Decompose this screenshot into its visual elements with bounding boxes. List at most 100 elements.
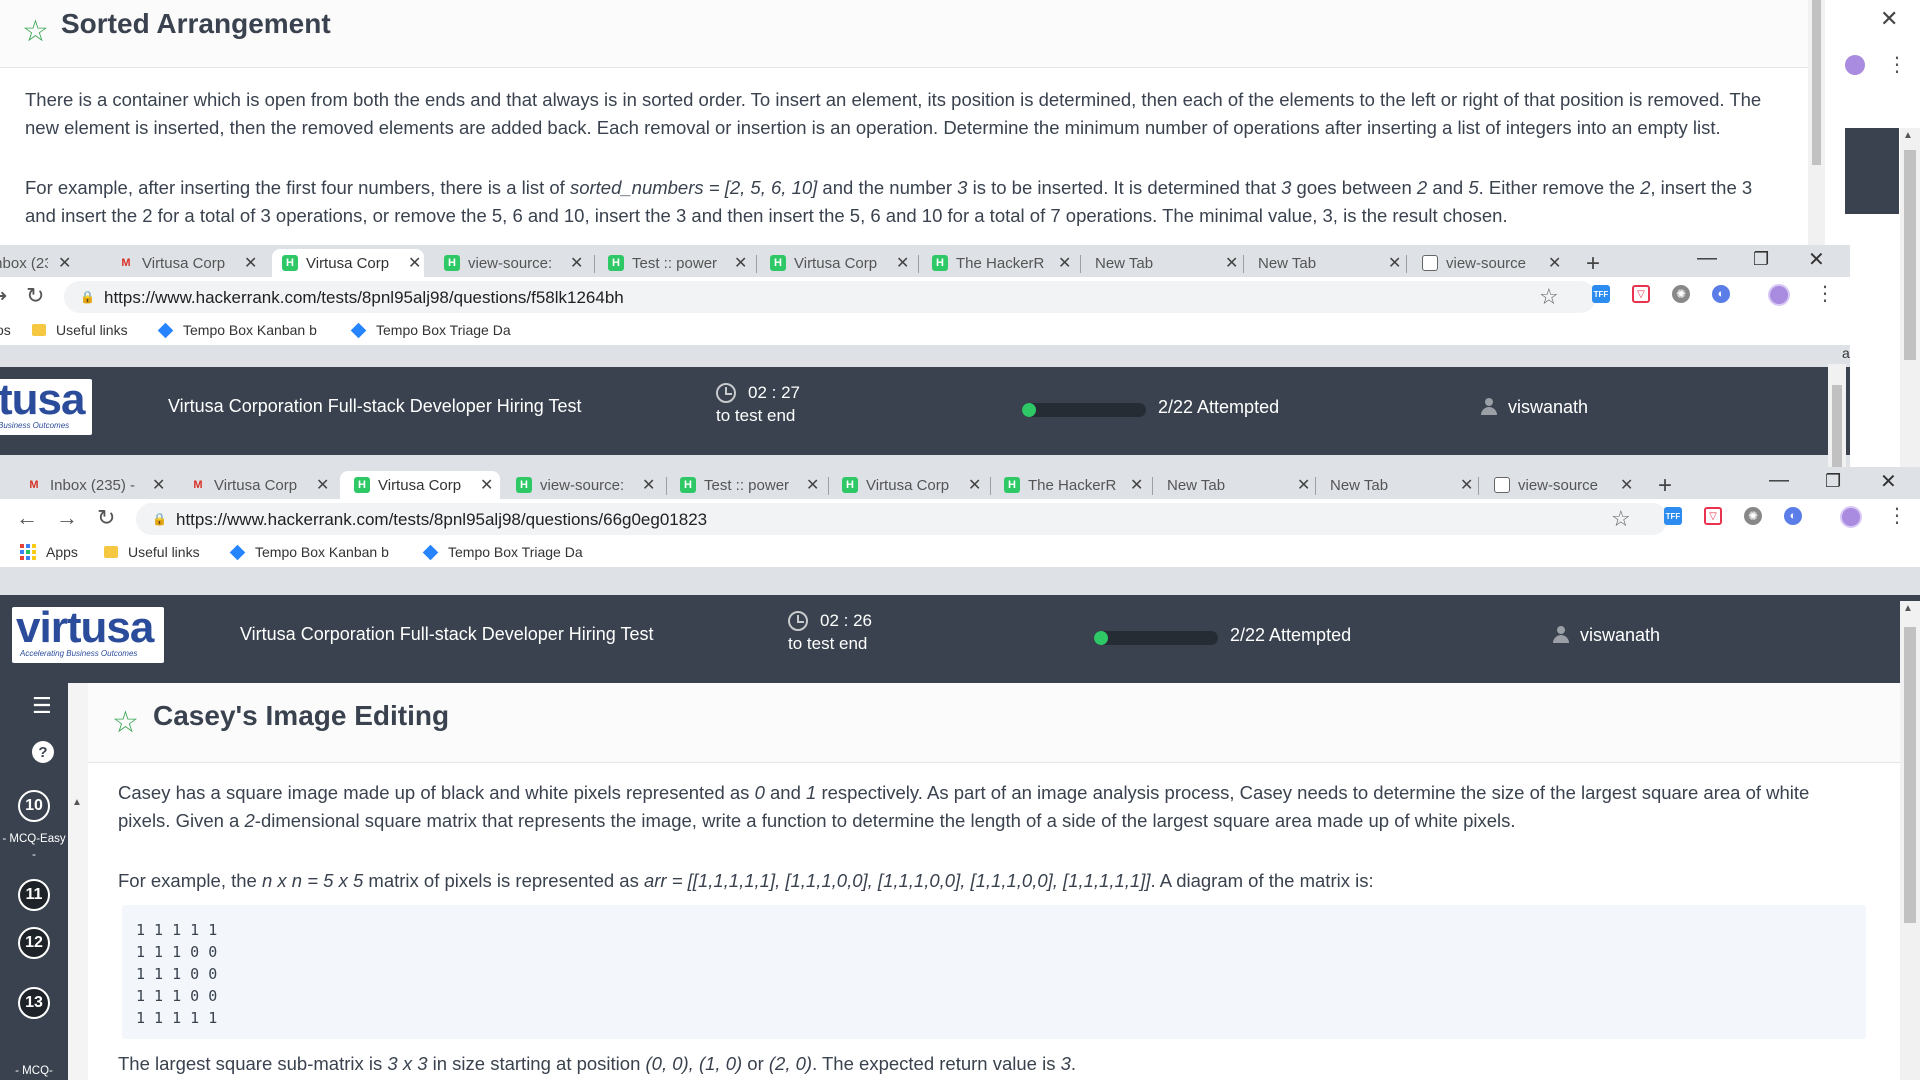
new-tab-plus-icon[interactable]: + <box>1658 472 1672 500</box>
restore-icon[interactable]: ❐ <box>1753 249 1769 270</box>
bookmark-apps[interactable]: Apps <box>20 544 78 560</box>
close-tab-icon[interactable]: ✕ <box>968 475 981 495</box>
moon-extension-icon[interactable]: ◐ <box>1784 507 1802 525</box>
forward-arrow-icon[interactable]: ➜ <box>0 286 7 306</box>
bookmark-useful-links[interactable]: Useful links <box>104 544 200 560</box>
close-tab-icon[interactable]: ✕ <box>734 253 747 273</box>
settings-extension-icon[interactable]: ✺ <box>1672 285 1690 303</box>
profile-avatar[interactable] <box>1768 284 1790 306</box>
close-tab-icon[interactable]: ✕ <box>58 253 71 273</box>
minimize-icon[interactable]: — <box>1769 469 1789 492</box>
bookmark-star-icon[interactable]: ☆ <box>1611 506 1631 532</box>
tab-new-2[interactable]: New Tab ✕ <box>1258 249 1401 277</box>
tab-hackerrank[interactable]: H The HackerR ✕ <box>1004 471 1143 499</box>
close-window-icon[interactable]: ✕ <box>1808 247 1825 272</box>
bookmark-triage[interactable]: Tempo Box Triage Da <box>350 322 511 338</box>
tab-new-1[interactable]: New Tab ✕ <box>1167 471 1310 499</box>
question-13-button[interactable]: 13 <box>18 987 50 1019</box>
close-tab-icon[interactable]: ✕ <box>1297 475 1310 495</box>
more-vert-icon[interactable]: ⋮ <box>1887 52 1907 77</box>
tab-test-power[interactable]: H Test :: power ✕ <box>680 471 819 499</box>
bookmark-kanban[interactable]: Tempo Box Kanban b <box>229 544 389 560</box>
tff-extension-icon[interactable]: TFF <box>1664 507 1682 525</box>
tab-new-1[interactable]: New Tab ✕ <box>1095 249 1238 277</box>
tab-virtusa-2[interactable]: H Virtusa Corp ✕ <box>770 249 909 277</box>
address-bar[interactable]: 🔒 https://www.hackerrank.com/tests/8pnl9… <box>64 281 1596 313</box>
address-bar[interactable]: 🔒 https://www.hackerrank.com/tests/8pnl9… <box>136 503 1668 535</box>
back-page-scrollbar-thumb[interactable] <box>1904 150 1916 360</box>
bookmark-star-icon[interactable]: ☆ <box>112 705 139 740</box>
tab-virtusa-gmail[interactable]: M Virtusa Corp ✕ <box>118 249 257 277</box>
bookmark-kanban[interactable]: Tempo Box Kanban b <box>157 322 317 338</box>
close-tab-icon[interactable]: ✕ <box>896 253 909 273</box>
bookmark-fragment[interactable]: os <box>0 322 11 338</box>
moon-extension-icon[interactable]: ◐ <box>1712 285 1730 303</box>
sidebar-scrollbar[interactable] <box>68 683 88 1080</box>
username[interactable]: viswanath <box>1580 625 1660 646</box>
username[interactable]: viswanath <box>1508 397 1588 418</box>
forward-arrow-icon[interactable]: → <box>56 505 78 531</box>
tab-virtusa-active[interactable]: H Virtusa Corp ✕ <box>272 249 424 277</box>
tab-view-source[interactable]: Hview-source: ✕ <box>444 249 583 277</box>
url-text[interactable]: https://www.hackerrank.com/tests/8pnl95a… <box>104 288 624 308</box>
close-window-icon[interactable]: ✕ <box>1880 469 1897 494</box>
close-tab-icon[interactable]: ✕ <box>316 475 329 495</box>
close-tab-icon[interactable]: ✕ <box>570 253 583 273</box>
page-scrollbar-thumb[interactable] <box>1904 627 1916 923</box>
question-11-button[interactable]: 11 <box>18 879 50 911</box>
close-tab-icon[interactable]: ✕ <box>152 475 165 495</box>
tab-virtusa-gmail[interactable]: M Virtusa Corp ✕ <box>190 471 329 499</box>
close-tab-icon[interactable]: ✕ <box>1620 475 1633 495</box>
pocket-extension-icon[interactable]: ▽ <box>1704 507 1722 525</box>
close-tab-icon[interactable]: ✕ <box>1130 475 1143 495</box>
close-tab-icon[interactable]: ✕ <box>1388 253 1401 273</box>
close-tab-icon[interactable]: ✕ <box>1225 253 1238 273</box>
close-tab-icon[interactable]: ✕ <box>642 475 655 495</box>
tab-hackerrank[interactable]: H The HackerR ✕ <box>932 249 1071 277</box>
tab-view-source-2[interactable]: view-source ✕ <box>1422 249 1561 277</box>
restore-icon[interactable]: ❐ <box>1825 471 1841 492</box>
tab-inbox[interactable]: M Inbox (235) - ✕ <box>26 471 165 499</box>
help-icon[interactable]: ? <box>32 741 54 763</box>
question-12-button[interactable]: 12 <box>18 927 50 959</box>
scroll-up-arrow-icon[interactable]: ▲ <box>72 797 82 808</box>
reload-icon[interactable]: ↻ <box>97 505 115 531</box>
pocket-extension-icon[interactable]: ▽ <box>1632 285 1650 303</box>
close-tab-icon[interactable]: ✕ <box>806 475 819 495</box>
more-vert-icon[interactable]: ⋮ <box>1887 503 1907 528</box>
bookmark-star-icon[interactable]: ☆ <box>1539 284 1559 310</box>
bookmark-star-icon[interactable]: ☆ <box>22 14 49 49</box>
tab-view-source[interactable]: Hview-source: ✕ <box>516 471 655 499</box>
close-tab-icon[interactable]: ✕ <box>480 475 493 495</box>
back-inner-scrollbar-thumb[interactable] <box>1812 0 1821 165</box>
tab-inbox[interactable]: Inbox (235)✕ <box>0 249 71 277</box>
tab-view-source-2[interactable]: view-source ✕ <box>1494 471 1633 499</box>
tab-new-2[interactable]: New Tab ✕ <box>1330 471 1473 499</box>
tab-virtusa-active[interactable]: H Virtusa Corp ✕ <box>340 471 500 499</box>
more-vert-icon[interactable]: ⋮ <box>1815 281 1835 306</box>
close-tab-icon[interactable]: ✕ <box>1548 253 1561 273</box>
settings-extension-icon[interactable]: ✺ <box>1744 507 1762 525</box>
tff-extension-icon[interactable]: TFF <box>1592 285 1610 303</box>
middle-page-scrollbar-thumb[interactable] <box>1832 385 1842 467</box>
tab-test-power[interactable]: H Test :: power ✕ <box>608 249 747 277</box>
profile-avatar[interactable] <box>1840 506 1862 528</box>
bookmark-useful-links[interactable]: Useful links <box>32 322 128 338</box>
close-tab-icon[interactable]: ✕ <box>1058 253 1071 273</box>
scroll-up-arrow-icon[interactable]: ▲ <box>1903 603 1913 614</box>
new-tab-plus-icon[interactable]: + <box>1586 250 1600 278</box>
close-tab-icon[interactable]: ✕ <box>1460 475 1473 495</box>
scroll-up-arrow-icon[interactable]: ▲ <box>1903 130 1913 141</box>
question-10-button[interactable]: 10 <box>18 790 50 822</box>
back-arrow-icon[interactable]: ← <box>16 505 38 531</box>
close-icon[interactable]: ✕ <box>1880 6 1898 32</box>
close-tab-icon[interactable]: ✕ <box>408 253 421 273</box>
url-text[interactable]: https://www.hackerrank.com/tests/8pnl95a… <box>176 510 707 530</box>
profile-avatar[interactable] <box>1845 55 1865 75</box>
tab-virtusa-2[interactable]: H Virtusa Corp ✕ <box>842 471 981 499</box>
close-tab-icon[interactable]: ✕ <box>244 253 257 273</box>
minimize-icon[interactable]: — <box>1697 247 1717 270</box>
list-menu-icon[interactable]: ☰ <box>32 693 52 719</box>
reload-icon[interactable]: ↻ <box>26 283 44 309</box>
bookmark-triage[interactable]: Tempo Box Triage Da <box>422 544 583 560</box>
